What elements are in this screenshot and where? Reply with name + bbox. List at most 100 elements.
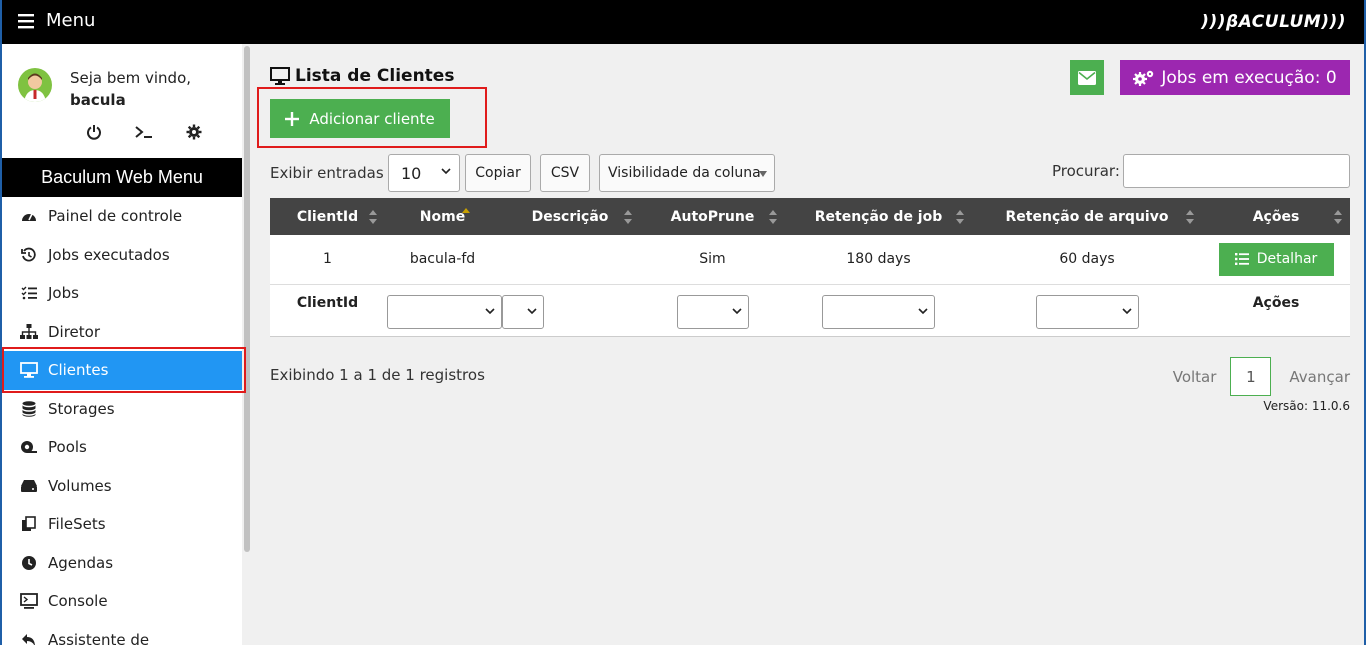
chevron-down-icon	[731, 307, 742, 314]
page-title-text: Lista de Clientes	[295, 66, 455, 86]
running-jobs-button[interactable]: Jobs em execução: 0	[1120, 60, 1350, 95]
baculum-logo: )))βACULUM)))	[1201, 12, 1346, 32]
avatar	[18, 68, 52, 102]
sidebar-item-filesets[interactable]: FileSets	[2, 505, 242, 544]
page-length-select[interactable]: 10	[388, 154, 460, 192]
gear-icon[interactable]	[184, 122, 204, 142]
cell-clientid: 1	[270, 235, 385, 285]
cell-nome: bacula-fd	[385, 235, 500, 285]
column-visibility-button[interactable]: Visibilidade da coluna	[599, 154, 775, 192]
pager-next[interactable]: Avançar	[1289, 368, 1350, 386]
col-header-descricao[interactable]: Descrição	[500, 198, 640, 235]
reply-icon	[20, 631, 38, 645]
user-name: bacula	[70, 91, 126, 109]
sidebar-item-clients[interactable]: Clientes	[2, 351, 242, 390]
sidebar-item-label: Console	[48, 592, 108, 611]
sidebar-item-label: Painel de controle	[48, 207, 183, 226]
col-header-autoprune[interactable]: AutoPrune	[640, 198, 785, 235]
sidebar-item-label: Pools	[48, 438, 87, 457]
search-input[interactable]	[1123, 154, 1350, 188]
menu-label: Menu	[46, 10, 96, 31]
sort-asc-icon	[462, 208, 470, 213]
table-controls: Exibir entradas 10 Copiar CSV Visibilida…	[270, 154, 1350, 194]
page-length-value: 10	[401, 163, 422, 183]
desktop-icon	[270, 67, 290, 85]
col-header-nome[interactable]: Nome	[385, 198, 500, 235]
col-header-job-retention[interactable]: Retenção de job	[785, 198, 972, 235]
tape-icon	[20, 438, 38, 456]
copy-icon	[20, 515, 38, 533]
chevron-down-icon	[527, 307, 537, 314]
terminal-icon[interactable]	[134, 122, 154, 142]
sidebar-item-executed-jobs[interactable]: Jobs executados	[2, 236, 242, 275]
footer-job-retention	[785, 284, 972, 337]
footer-autoprune	[640, 284, 785, 337]
sidebar-item-label: Jobs executados	[48, 245, 170, 264]
sidebar-item-console[interactable]: Console	[2, 582, 242, 621]
dashboard-icon	[20, 207, 38, 225]
table-header-row: ClientId Nome Descrição AutoPrune Retenç…	[270, 198, 1350, 235]
pager-current-page[interactable]: 1	[1230, 357, 1272, 396]
clock-icon	[20, 554, 38, 572]
sidebar-item-dashboard[interactable]: Painel de controle	[2, 197, 242, 236]
col-header-clientid[interactable]: ClientId	[270, 198, 385, 235]
filter-autoprune-select[interactable]	[676, 294, 749, 329]
column-visibility-label: Visibilidade da coluna	[608, 165, 761, 181]
caret-down-icon	[759, 171, 767, 177]
sidebar-item-jobs[interactable]: Jobs	[2, 274, 242, 313]
detail-button[interactable]: Detalhar	[1218, 242, 1334, 276]
footer-acoes: Ações	[1202, 284, 1350, 337]
cell-autoprune: Sim	[640, 235, 785, 285]
filter-file-retention-select[interactable]	[1035, 294, 1139, 329]
plus-icon	[285, 111, 300, 126]
sort-icon	[769, 210, 777, 224]
sidebar-nav: Painel de controle Jobs executados Jobs …	[2, 197, 242, 645]
sidebar-item-storages[interactable]: Storages	[2, 390, 242, 429]
chevron-down-icon	[918, 307, 928, 314]
sidebar-item-label: Storages	[48, 399, 115, 418]
power-icon[interactable]	[84, 122, 104, 142]
table-filter-row: ClientId Ações	[270, 284, 1350, 337]
sidebar-item-label: FileSets	[48, 515, 106, 534]
database-icon	[20, 400, 38, 418]
table-info: Exibindo 1 a 1 de 1 registros	[270, 366, 485, 384]
cell-descricao	[500, 235, 640, 285]
menu-toggle-button[interactable]: Menu	[18, 10, 95, 31]
detail-label: Detalhar	[1256, 251, 1318, 268]
version-text: Versão: 11.0.6	[1263, 399, 1350, 413]
sort-icon	[956, 210, 964, 224]
show-entries-label: Exibir entradas	[270, 164, 384, 182]
sidebar-item-pools[interactable]: Pools	[2, 428, 242, 467]
copy-button[interactable]: Copiar	[465, 154, 531, 192]
page-title: Lista de Clientes	[270, 66, 454, 86]
messages-button[interactable]	[1070, 60, 1104, 95]
sidebar-title: Baculum Web Menu	[2, 158, 242, 197]
sidebar-item-label: Jobs	[48, 284, 79, 303]
sidebar-item-volumes[interactable]: Volumes	[2, 467, 242, 506]
col-header-acoes[interactable]: Ações	[1202, 198, 1350, 235]
chevron-down-icon	[441, 168, 451, 175]
sidebar-item-director[interactable]: Diretor	[2, 313, 242, 352]
sidebar-item-schedules[interactable]: Agendas	[2, 544, 242, 583]
sort-icon	[369, 210, 377, 224]
csv-button[interactable]: CSV	[540, 154, 590, 192]
top-bar: Menu )))βACULUM)))	[2, 0, 1364, 44]
clients-table: ClientId Nome Descrição AutoPrune Retenç…	[270, 198, 1350, 337]
col-header-file-retention[interactable]: Retenção de arquivo	[972, 198, 1202, 235]
filter-descricao-select[interactable]	[502, 294, 544, 329]
user-actions	[84, 122, 204, 142]
filter-job-retention-select[interactable]	[822, 294, 935, 329]
cell-file-retention: 60 days	[972, 235, 1202, 285]
add-client-button[interactable]: Adicionar cliente	[270, 99, 450, 138]
pager-prev[interactable]: Voltar	[1173, 368, 1217, 386]
filter-nome-select[interactable]	[387, 294, 502, 329]
sidebar-item-label: Assistente de	[48, 630, 150, 645]
sidebar-item-label: Volumes	[48, 476, 112, 495]
gears-icon	[1133, 70, 1154, 86]
chevron-down-icon	[485, 307, 495, 314]
footer-clientid: ClientId	[270, 284, 385, 337]
envelope-icon	[1078, 70, 1096, 85]
sidebar-item-label: Agendas	[48, 553, 114, 572]
sidebar-item-wizard[interactable]: Assistente de	[2, 621, 242, 645]
pagination: Voltar 1 Avançar	[1173, 357, 1350, 396]
